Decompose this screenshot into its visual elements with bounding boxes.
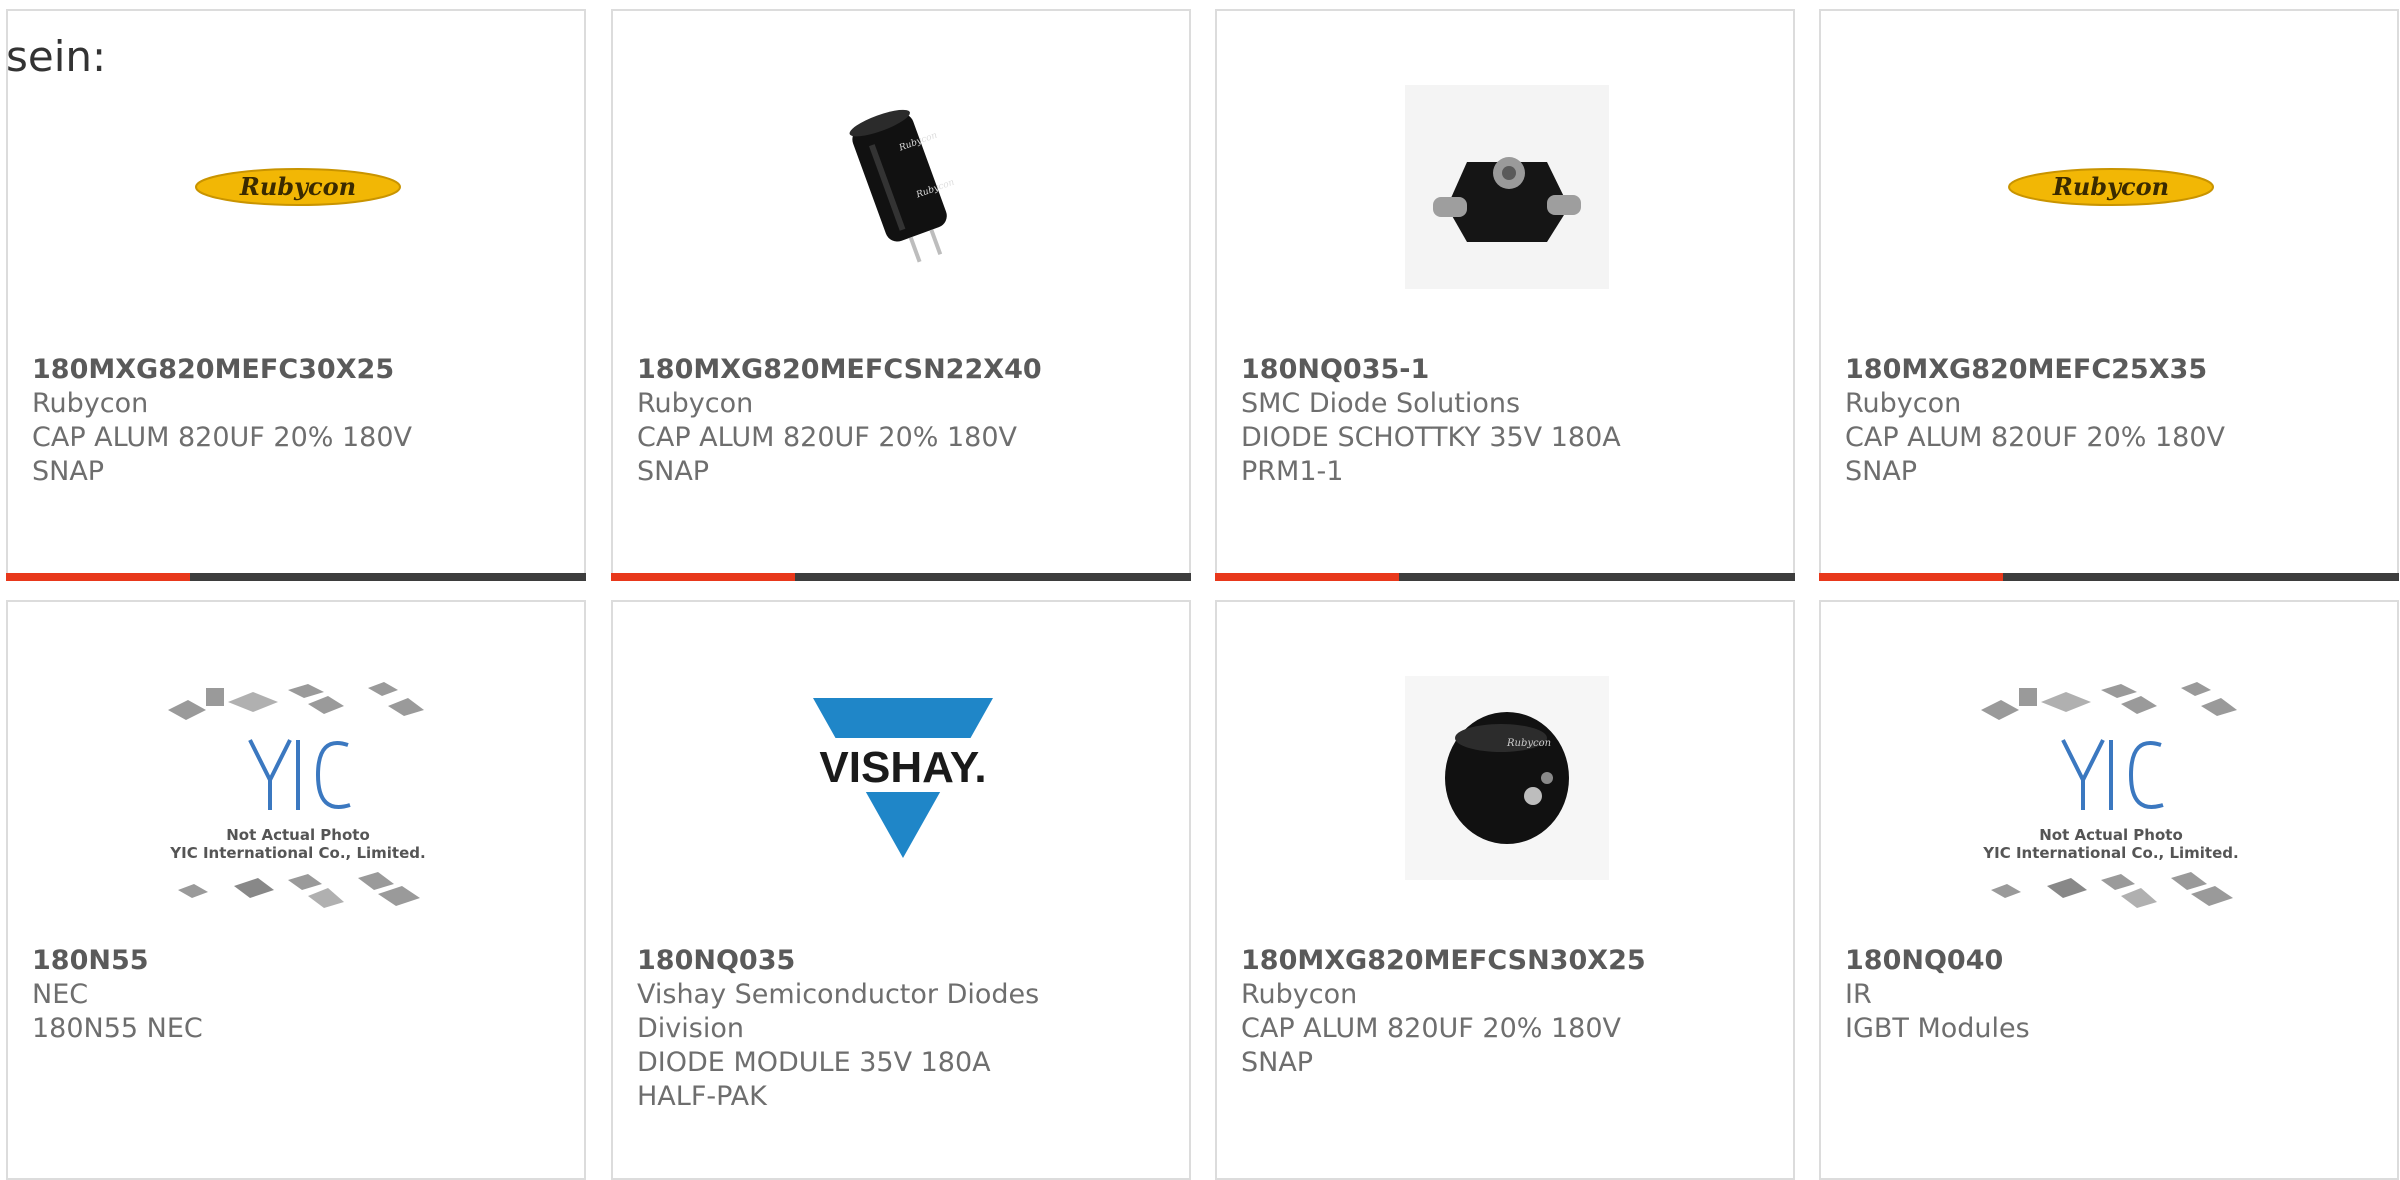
intro-text: sein: <box>6 32 107 81</box>
product-image-diode-module <box>1397 77 1617 297</box>
product-image-capacitor-short: Rubycon <box>1397 668 1617 888</box>
product-card[interactable]: 180NQ035-1 SMC Diode Solutions DIODE SCH… <box>1215 9 1795 581</box>
part-number[interactable]: 180MXG820MEFCSN22X40 <box>637 353 1069 387</box>
rubycon-logo-text: Rubycon <box>239 172 356 201</box>
product-card[interactable]: Not Actual Photo YIC International Co., … <box>6 600 586 1180</box>
card-bottom-bar <box>1215 573 1795 581</box>
rubycon-logo-text: Rubycon <box>2052 172 2169 201</box>
description: 180N55 NEC <box>32 1013 203 1044</box>
product-image-yic-placeholder: Not Actual Photo YIC International Co., … <box>158 680 438 930</box>
part-number[interactable]: 180MXG820MEFCSN30X25 <box>1241 944 1673 978</box>
description: CAP ALUM 820UF 20% 180V SNAP <box>1845 422 2226 487</box>
vishay-logo-text: VISHAY. <box>819 743 986 792</box>
manufacturer: Rubycon <box>637 388 754 419</box>
product-card[interactable]: Not Actual Photo YIC International Co., … <box>1819 600 2399 1180</box>
manufacturer: Rubycon <box>1241 979 1358 1010</box>
placeholder-line-1: Not Actual Photo <box>226 826 370 844</box>
card-bottom-bar <box>1819 573 2399 581</box>
manufacturer: Vishay Semiconductor Diodes Division <box>637 979 1040 1044</box>
manufacturer: Rubycon <box>32 388 149 419</box>
part-number[interactable]: 180NQ035 <box>637 944 1069 978</box>
description: DIODE MODULE 35V 180A HALF-PAK <box>637 1047 991 1112</box>
product-image-yic-placeholder: Not Actual Photo YIC International Co., … <box>1971 680 2251 930</box>
product-card[interactable]: Rubycon Rubycon 180MXG820MEFCSN22X40 Rub… <box>611 9 1191 581</box>
manufacturer: IR <box>1845 979 1872 1010</box>
product-image-capacitor-tall: Rubycon Rubycon <box>793 77 1013 297</box>
manufacturer: NEC <box>32 979 89 1010</box>
description: DIODE SCHOTTKY 35V 180A PRM1-1 <box>1241 422 1621 487</box>
manufacturer: Rubycon <box>1845 388 1962 419</box>
part-number[interactable]: 180MXG820MEFC30X25 <box>32 353 464 387</box>
svg-text:Rubycon: Rubycon <box>1506 738 1551 749</box>
product-card[interactable]: Rubycon 180MXG820MEFC25X35 Rubycon CAP A… <box>1819 9 2399 581</box>
product-image-rubycon-logo: Rubycon <box>2001 77 2221 297</box>
product-image-rubycon-logo: Rubycon <box>188 77 408 297</box>
product-image-vishay-logo: VISHAY. <box>793 668 1013 888</box>
description: IGBT Modules <box>1845 1013 2030 1044</box>
manufacturer: SMC Diode Solutions <box>1241 388 1521 419</box>
placeholder-line-2: YIC International Co., Limited. <box>169 844 425 862</box>
description: CAP ALUM 820UF 20% 180V SNAP <box>1241 1013 1622 1078</box>
placeholder-line-1: Not Actual Photo <box>2039 826 2183 844</box>
card-bottom-bar <box>611 573 1191 581</box>
card-bottom-bar <box>6 573 586 581</box>
product-card[interactable]: VISHAY. 180NQ035 Vishay Semiconductor Di… <box>611 600 1191 1180</box>
part-number[interactable]: 180NQ040 <box>1845 944 2277 978</box>
part-number[interactable]: 180N55 <box>32 944 464 978</box>
description: CAP ALUM 820UF 20% 180V SNAP <box>32 422 413 487</box>
placeholder-line-2: YIC International Co., Limited. <box>1982 844 2238 862</box>
part-number[interactable]: 180MXG820MEFC25X35 <box>1845 353 2277 387</box>
product-card[interactable]: Rubycon 180MXG820MEFCSN30X25 Rubycon CAP… <box>1215 600 1795 1180</box>
product-card[interactable]: Rubycon 180MXG820MEFC30X25 Rubycon CAP A… <box>6 9 586 581</box>
description: CAP ALUM 820UF 20% 180V SNAP <box>637 422 1018 487</box>
part-number[interactable]: 180NQ035-1 <box>1241 353 1673 387</box>
